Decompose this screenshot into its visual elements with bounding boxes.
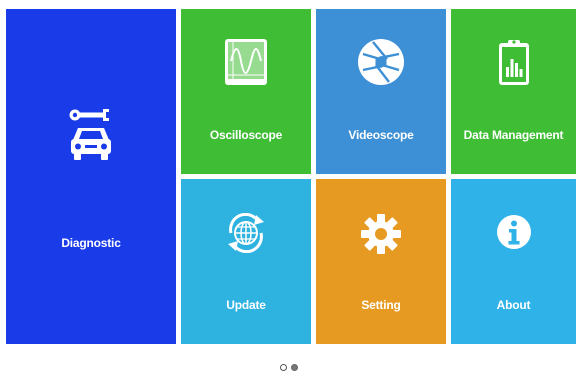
diagnostic-tile[interactable]: Diagnostic — [6, 9, 176, 344]
page-dot-2[interactable] — [291, 363, 298, 371]
page-dot-1[interactable] — [280, 363, 287, 371]
info-icon — [495, 213, 533, 251]
waveform-icon — [223, 37, 269, 87]
videoscope-label: Videoscope — [348, 128, 414, 142]
gear-icon — [360, 213, 402, 255]
camera-aperture-icon — [356, 37, 406, 87]
setting-label: Setting — [361, 298, 401, 312]
update-label: Update — [226, 298, 266, 312]
data-management-tile[interactable]: Data Management — [451, 9, 576, 174]
diagnostic-label: Diagnostic — [61, 236, 121, 250]
home-screen: Diagnostic Oscilloscope Videoscope Data … — [0, 0, 576, 376]
about-label: About — [496, 298, 531, 312]
clipboard-chart-icon — [497, 37, 531, 87]
videoscope-tile[interactable]: Videoscope — [316, 9, 446, 174]
globe-refresh-icon — [222, 213, 270, 253]
oscilloscope-label: Oscilloscope — [209, 128, 283, 142]
page-indicator — [280, 362, 298, 372]
car-wrench-icon — [69, 106, 113, 164]
update-tile[interactable]: Update — [181, 179, 311, 344]
data-management-label: Data Management — [463, 128, 564, 142]
setting-tile[interactable]: Setting — [316, 179, 446, 344]
about-tile[interactable]: About — [451, 179, 576, 344]
oscilloscope-tile[interactable]: Oscilloscope — [181, 9, 311, 174]
